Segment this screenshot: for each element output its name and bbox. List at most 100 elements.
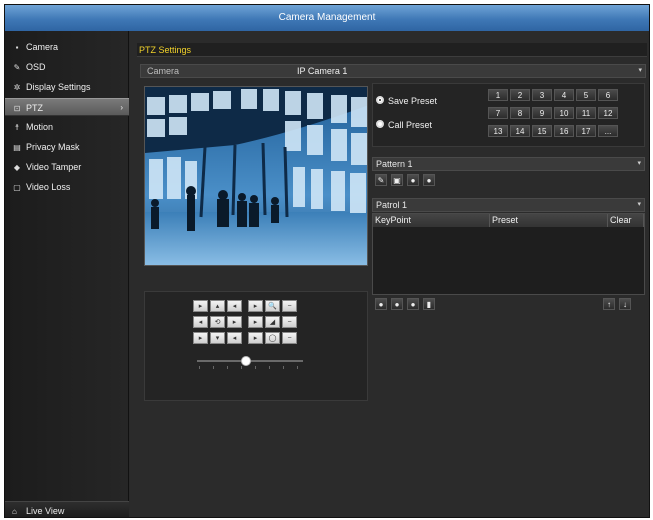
sidebar-item-display-settings[interactable]: ✲ Display Settings bbox=[5, 78, 129, 96]
patrol-add-icon[interactable]: ● bbox=[375, 298, 387, 310]
pattern-stop-icon[interactable]: ● bbox=[423, 174, 435, 186]
preset-button-10[interactable]: 10 bbox=[554, 107, 574, 119]
camera-preview bbox=[144, 86, 368, 266]
patrol-stop-icon[interactable]: ● bbox=[407, 298, 419, 310]
preset-button-13[interactable]: 13 bbox=[488, 125, 508, 137]
patrol-select[interactable]: Patrol 1 ▾ bbox=[372, 198, 645, 212]
live-view-label: Live View bbox=[26, 506, 65, 516]
camera-preview-image bbox=[145, 87, 367, 265]
ptz-zoom-in-button[interactable]: ▸ bbox=[248, 300, 263, 312]
section-title: PTZ Settings bbox=[137, 43, 647, 57]
ptz-iris-close-button[interactable]: − bbox=[282, 332, 297, 344]
ptz-down-right-button[interactable]: ◂ bbox=[227, 332, 242, 344]
camera-label: Camera bbox=[147, 66, 180, 76]
camera-value: IP Camera 1 bbox=[297, 66, 348, 76]
ptz-left-button[interactable]: ◂ bbox=[193, 316, 208, 328]
sidebar-item-label: Camera bbox=[26, 42, 59, 52]
preset-button-1[interactable]: 1 bbox=[488, 89, 508, 101]
camera-management-window: Camera Management ▪ Camera ✎ OSD ✲ Display … bbox=[4, 4, 650, 518]
column-header-clear: Clear bbox=[608, 214, 644, 227]
sidebar-item-label: Video Tamper bbox=[26, 162, 82, 172]
patrol-delete-icon[interactable]: ▮ bbox=[423, 298, 435, 310]
sidebar-item-label: Privacy Mask bbox=[26, 142, 80, 152]
ptz-control-panel: ▸ ▴ ◂ ▸ 🔍 − ◂ ⟲ ▸ ▸ ◢ − ▸ ▾ ◂ ▸ ◯ − bbox=[144, 291, 368, 401]
ptz-zoom-out-button[interactable]: − bbox=[282, 300, 297, 312]
main-panel: PTZ Settings Camera IP Camera 1 ▾ Save P… bbox=[130, 31, 649, 517]
window-title: Camera Management bbox=[5, 5, 649, 31]
call-preset-label: Call Preset bbox=[388, 120, 433, 130]
chevron-down-icon: ▾ bbox=[638, 67, 642, 74]
ptz-speed-slider-thumb[interactable] bbox=[241, 356, 251, 366]
display-settings-icon: ✲ bbox=[13, 83, 21, 92]
preset-button-15[interactable]: 15 bbox=[532, 125, 552, 137]
preset-button-12[interactable]: 12 bbox=[598, 107, 618, 119]
sidebar-item-label: Video Loss bbox=[26, 182, 71, 192]
pattern-select[interactable]: Pattern 1 ▾ bbox=[372, 157, 645, 171]
patrol-move-up-icon[interactable]: ↑ bbox=[603, 298, 615, 310]
sidebar-item-label: Display Settings bbox=[26, 82, 91, 92]
ptz-focus-near-button[interactable]: ▸ bbox=[248, 316, 263, 328]
ptz-icon: ⊡ bbox=[13, 104, 21, 113]
call-preset-radio[interactable] bbox=[376, 120, 384, 128]
ptz-down-left-button[interactable]: ▸ bbox=[193, 332, 208, 344]
chevron-down-icon: ▾ bbox=[637, 201, 641, 208]
camera-select[interactable]: Camera IP Camera 1 ▾ bbox=[140, 64, 646, 78]
patrol-move-down-icon[interactable]: ↓ bbox=[619, 298, 631, 310]
ptz-auto-scan-icon[interactable]: ⟲ bbox=[210, 316, 225, 328]
sidebar-item-label: PTZ bbox=[26, 103, 43, 113]
home-icon: ⌂ bbox=[12, 507, 17, 516]
ptz-speed-ticks bbox=[199, 366, 303, 370]
column-header-preset: Preset bbox=[490, 214, 608, 227]
camera-icon: ▪ bbox=[15, 43, 19, 52]
osd-icon: ✎ bbox=[13, 63, 21, 72]
pattern-start-icon[interactable]: ● bbox=[407, 174, 419, 186]
live-view-button[interactable]: ⌂ Live View bbox=[5, 501, 129, 517]
patrol-table: KeyPoint Preset Clear bbox=[372, 213, 645, 295]
sidebar-item-motion[interactable]: ☨ Motion bbox=[5, 118, 129, 136]
ptz-iris-open-button[interactable]: ▸ bbox=[248, 332, 263, 344]
patrol-start-icon[interactable]: ● bbox=[391, 298, 403, 310]
sidebar-item-ptz[interactable]: ⊡ PTZ › bbox=[5, 98, 129, 116]
ptz-focus-far-button[interactable]: − bbox=[282, 316, 297, 328]
pattern-edit-icon[interactable]: ✎ bbox=[375, 174, 387, 186]
preset-more-button[interactable]: ... bbox=[598, 125, 618, 137]
patrol-toolbar: ● ● ● ▮ ↑ ↓ bbox=[375, 298, 645, 310]
preset-button-8[interactable]: 8 bbox=[510, 107, 530, 119]
ptz-up-right-button[interactable]: ◂ bbox=[227, 300, 242, 312]
sidebar-item-osd[interactable]: ✎ OSD bbox=[5, 58, 129, 76]
preset-button-2[interactable]: 2 bbox=[510, 89, 530, 101]
column-header-keypoint: KeyPoint bbox=[373, 214, 490, 227]
chevron-down-icon: ▾ bbox=[637, 160, 641, 167]
sidebar-item-video-tamper[interactable]: ◆ Video Tamper bbox=[5, 158, 129, 176]
preset-panel: Save Preset Call Preset 1 2 3 4 5 6 7 8 … bbox=[372, 83, 645, 147]
ptz-up-button[interactable]: ▴ bbox=[210, 300, 225, 312]
preset-button-9[interactable]: 9 bbox=[532, 107, 552, 119]
preset-button-14[interactable]: 14 bbox=[510, 125, 530, 137]
sidebar-item-label: Motion bbox=[26, 122, 54, 132]
sidebar-item-camera[interactable]: ▪ Camera bbox=[5, 38, 129, 56]
preset-button-6[interactable]: 6 bbox=[598, 89, 618, 101]
preset-button-17[interactable]: 17 bbox=[576, 125, 596, 137]
motion-icon: ☨ bbox=[14, 123, 20, 132]
pattern-value: Pattern 1 bbox=[376, 159, 413, 169]
preset-button-4[interactable]: 4 bbox=[554, 89, 574, 101]
preset-button-3[interactable]: 3 bbox=[532, 89, 552, 101]
ptz-down-button[interactable]: ▾ bbox=[210, 332, 225, 344]
focus-icon[interactable]: ◢ bbox=[265, 316, 280, 328]
preset-button-7[interactable]: 7 bbox=[488, 107, 508, 119]
preset-button-5[interactable]: 5 bbox=[576, 89, 596, 101]
ptz-up-left-button[interactable]: ▸ bbox=[193, 300, 208, 312]
video-tamper-icon: ◆ bbox=[13, 163, 21, 172]
iris-icon[interactable]: ◯ bbox=[265, 332, 280, 344]
video-loss-icon: ▢ bbox=[13, 183, 21, 192]
save-preset-label: Save Preset bbox=[388, 96, 438, 106]
pattern-save-icon[interactable]: ▣ bbox=[391, 174, 403, 186]
preset-button-11[interactable]: 11 bbox=[576, 107, 596, 119]
ptz-right-button[interactable]: ▸ bbox=[227, 316, 242, 328]
sidebar-item-label: OSD bbox=[26, 62, 46, 72]
zoom-icon[interactable]: 🔍 bbox=[265, 300, 280, 312]
sidebar-item-privacy-mask[interactable]: ▤ Privacy Mask bbox=[5, 138, 129, 156]
sidebar-item-video-loss[interactable]: ▢ Video Loss bbox=[5, 178, 129, 196]
save-preset-radio[interactable] bbox=[376, 96, 384, 104]
preset-button-16[interactable]: 16 bbox=[554, 125, 574, 137]
